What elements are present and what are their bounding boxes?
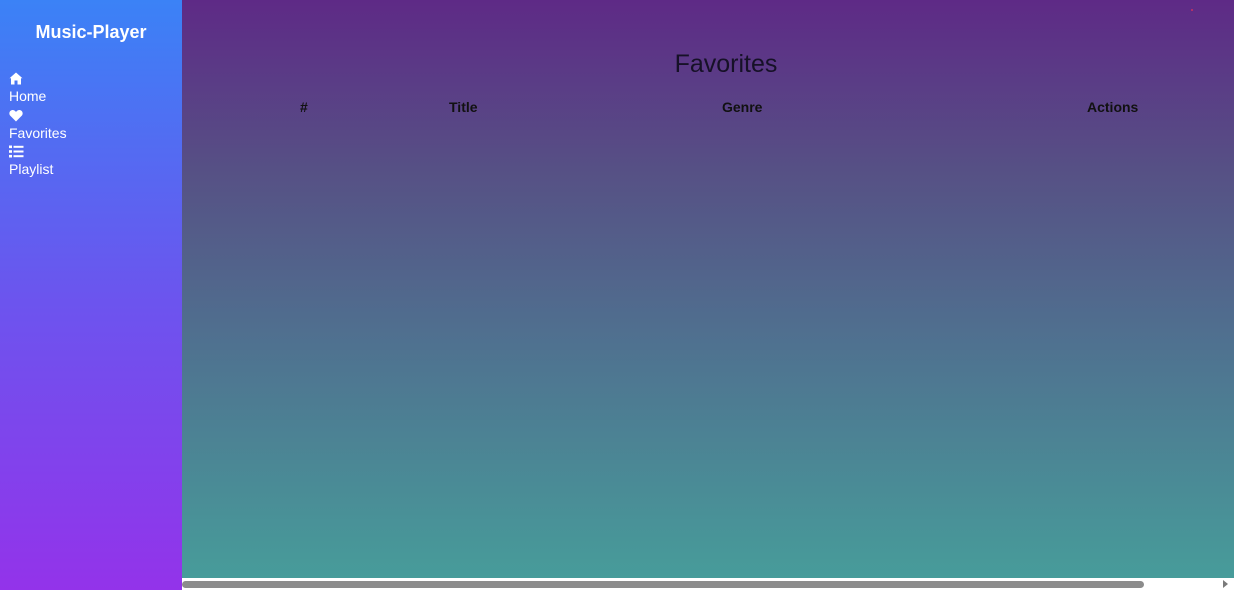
column-header-actions: Actions [1087,99,1139,115]
column-header-genre: Genre [722,99,763,115]
sidebar: Music-Player Home Favorites Playlist [0,0,182,590]
main-content: Favorites # Title Genre Actions [182,0,1234,578]
brand-title: Music-Player [35,22,147,42]
scroll-right-arrow-icon[interactable] [1223,580,1228,588]
sidebar-item-label: Playlist [9,161,54,177]
list-icon [9,145,25,160]
page-title: Favorites [674,50,778,78]
horizontal-scrollbar[interactable] [182,578,1234,590]
heart-icon [9,109,25,124]
corner-marker [1191,9,1193,11]
scrollbar-thumb[interactable] [182,581,1144,588]
home-icon [9,72,25,87]
sidebar-item-playlist[interactable]: Playlist [9,145,182,182]
sidebar-item-home[interactable]: Home [9,72,182,109]
column-header-number: # [300,99,308,115]
sidebar-item-favorites[interactable]: Favorites [9,109,182,146]
column-header-title: Title [449,99,478,115]
app-window: Music-Player Home Favorites Playlist Fav… [0,0,1234,590]
sidebar-nav: Home Favorites Playlist [0,72,182,182]
sidebar-item-label: Home [9,88,47,104]
sidebar-item-label: Favorites [9,124,67,141]
